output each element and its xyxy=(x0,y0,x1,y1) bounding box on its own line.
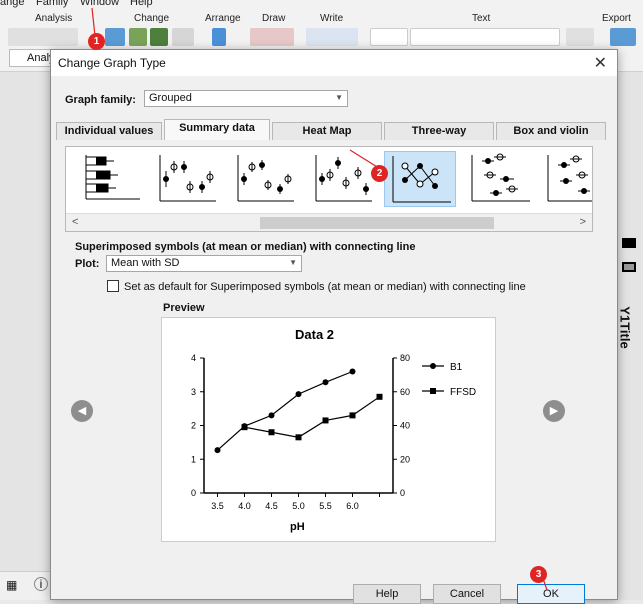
annotation-arrow-1 xyxy=(91,7,96,37)
step-badge-2: 2 xyxy=(371,165,388,182)
step-badge-1: 1 xyxy=(88,33,105,50)
step-badge-3: 3 xyxy=(530,566,547,583)
annotation-arrows xyxy=(91,7,548,591)
